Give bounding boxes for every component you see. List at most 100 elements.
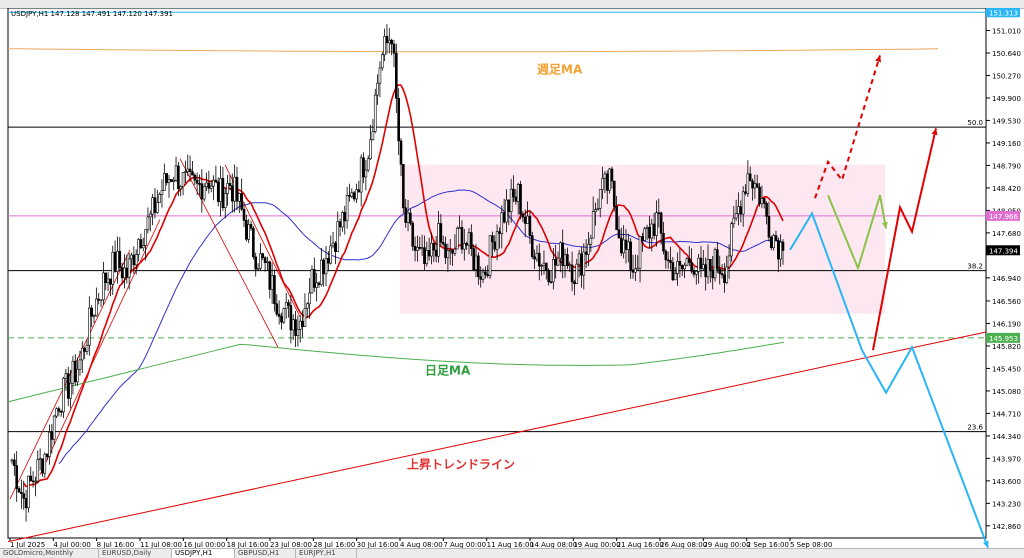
candle-body: [657, 212, 661, 214]
x-tick-label: 5 Sep 08:00: [790, 541, 832, 548]
candle-body: [542, 262, 546, 266]
candle-body: [81, 347, 84, 361]
candle-body: [704, 264, 707, 278]
candle-body: [716, 249, 719, 270]
candle-body: [261, 253, 265, 259]
candle-body: [287, 302, 290, 306]
candle-body: [488, 235, 492, 277]
candle-body: [331, 242, 335, 247]
candle-body: [69, 382, 72, 399]
candle-body: [249, 224, 253, 229]
candle-body: [777, 239, 780, 260]
candle-body: [134, 254, 138, 266]
candle-body: [31, 480, 35, 483]
candle-body: [174, 165, 178, 181]
candle-body: [580, 253, 583, 276]
candle-body: [390, 39, 393, 45]
candle-body: [198, 183, 201, 185]
candle-body: [444, 243, 447, 259]
candle-body: [242, 208, 246, 221]
candle-body: [441, 242, 445, 245]
candle-body: [263, 257, 267, 263]
candle-body: [195, 179, 199, 184]
candle-body: [725, 266, 729, 283]
price-chart[interactable]: 151.010 150.640 150.270 149.900 149.530 149.1…: [0, 8, 1024, 548]
candle-body: [608, 168, 611, 191]
candle-body: [228, 183, 232, 187]
candle-body: [52, 415, 56, 440]
candle-body: [212, 179, 215, 187]
candle-body: [366, 158, 370, 171]
candle-body: [545, 262, 548, 271]
x-tick-label: 1 Jul 2025: [10, 541, 45, 548]
candle-body: [706, 259, 710, 278]
candle-body: [57, 408, 61, 412]
candle-body: [22, 493, 26, 499]
candle-body: [561, 242, 565, 267]
candle-body: [66, 373, 70, 399]
x-tick-label: 23 Jul 08:00: [270, 541, 312, 548]
candle-body: [207, 182, 211, 189]
candle-body: [216, 181, 220, 202]
y-tick-label: 150.270: [992, 72, 1021, 80]
candle-body: [329, 245, 333, 264]
candle-body: [713, 249, 717, 279]
candle-body: [395, 52, 398, 99]
candle-body: [364, 169, 368, 178]
candle-body: [392, 43, 396, 54]
candle-body: [338, 221, 342, 228]
candle-body: [109, 278, 112, 285]
candle-body: [186, 168, 190, 172]
y-tick-label: 143.230: [992, 500, 1021, 508]
candle-body: [73, 360, 77, 383]
candle-body: [148, 213, 152, 218]
candle-body: [631, 269, 635, 273]
candle-body: [139, 239, 143, 249]
candle-body: [294, 319, 297, 336]
candle-body: [45, 453, 49, 457]
candle-body: [43, 453, 47, 474]
candle-body: [92, 315, 96, 318]
candle-body: [266, 261, 269, 264]
candle-body: [458, 227, 461, 229]
candle-body: [55, 408, 58, 417]
candle-body: [760, 198, 764, 205]
candle-body: [20, 491, 23, 494]
candle-body: [512, 188, 515, 198]
x-tick-label: 8 Jul 16:00: [97, 541, 135, 548]
candle-body: [289, 305, 293, 331]
candle-body: [298, 320, 302, 330]
candle-body: [692, 270, 696, 275]
y-tick-label: 143.970: [992, 455, 1021, 463]
candle-body: [102, 272, 105, 301]
candle-body: [596, 208, 600, 210]
candle-body: [181, 172, 185, 187]
candle-body: [451, 249, 454, 254]
candle-body: [694, 271, 698, 275]
candle-body: [336, 221, 340, 252]
candle-body: [177, 165, 180, 190]
candle-body: [718, 268, 722, 274]
candle-body: [146, 216, 150, 230]
candle-body: [535, 252, 539, 260]
candle-body: [659, 212, 663, 234]
candle-body: [587, 243, 590, 255]
candle-body: [437, 223, 440, 257]
candle-body: [245, 220, 248, 240]
candle-body: [369, 139, 372, 160]
x-tick-label: 21 Aug 16:00: [617, 541, 664, 548]
candle-body: [430, 243, 433, 257]
x-tick-label: 16 Jul 00:00: [183, 541, 225, 548]
candle-body: [533, 256, 536, 260]
candle-body: [723, 274, 726, 283]
x-tick-label: 2 Sep 16:00: [747, 541, 789, 548]
candle-body: [13, 459, 16, 466]
candle-body: [303, 307, 307, 327]
candle-body: [348, 195, 351, 197]
candle-body: [662, 233, 665, 252]
candle-body: [219, 178, 222, 202]
candle-body: [666, 259, 670, 262]
candle-body: [259, 253, 262, 269]
candle-body: [620, 237, 623, 254]
candle-body: [519, 184, 522, 215]
